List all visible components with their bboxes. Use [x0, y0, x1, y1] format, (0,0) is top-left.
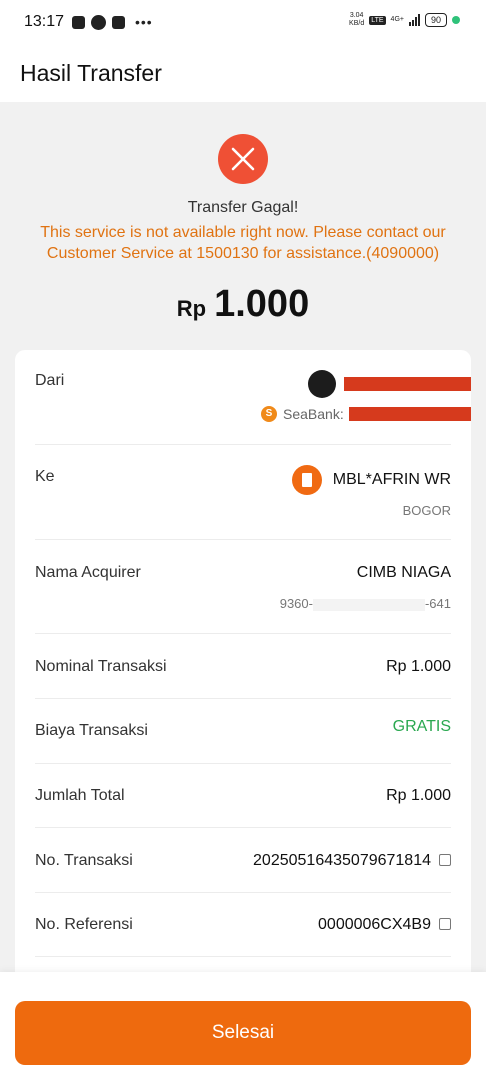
status-time: 13:17 — [24, 13, 65, 30]
network-type: 4G+ — [390, 16, 404, 23]
divider — [35, 892, 451, 893]
masked-id-segment — [312, 598, 425, 611]
copy-icon[interactable] — [439, 854, 451, 866]
transfer-amount: Rp 1.000 — [0, 283, 486, 326]
transaction-number-label: No. Transaksi — [35, 852, 133, 869]
privacy-indicator-icon — [452, 16, 460, 24]
total-value: Rp 1.000 — [386, 787, 451, 804]
redacted-account-number — [349, 407, 471, 421]
sim-icon — [72, 15, 85, 29]
transaction-details-card: Dari S SeaBank: Ke MBL*AFRIN WR BOGOR Na… — [15, 350, 471, 990]
acquirer-id-suffix: -641 — [424, 596, 451, 611]
network-speed-unit: KB/d — [349, 20, 365, 27]
divider — [35, 956, 451, 957]
to-row: Ke MBL*AFRIN WR BOGOR — [35, 468, 451, 528]
divider — [35, 539, 451, 540]
amount-value: 1.000 — [214, 283, 310, 325]
to-label: Ke — [35, 468, 55, 485]
reference-number-label: No. Referensi — [35, 916, 133, 933]
network-speed: 3.04 KB/d — [349, 12, 364, 28]
signal-icon — [408, 14, 420, 26]
recipient-city: BOGOR — [402, 503, 451, 518]
reference-number-row: No. Referensi 0000006CX4B9 — [35, 916, 451, 938]
system-icons: 3.04 KB/d LTE 4G+ 90 — [349, 12, 460, 28]
fee-label: Biaya Transaksi — [35, 722, 148, 739]
amount-currency: Rp — [176, 296, 207, 321]
divider — [35, 698, 451, 699]
divider — [35, 827, 451, 828]
page-title: Hasil Transfer — [20, 60, 162, 86]
nominal-row: Nominal Transaksi Rp 1.000 — [35, 658, 451, 680]
status-bar: 13:17 ••• 3.04 KB/d LTE 4G+ 90 — [0, 0, 486, 44]
network-speed-value: 3.04 — [349, 12, 364, 19]
error-message: This service is not available right now.… — [40, 224, 446, 262]
divider — [35, 444, 451, 445]
nominal-label: Nominal Transaksi — [35, 658, 167, 675]
messenger-icon — [91, 14, 106, 30]
redacted-sender-name — [344, 377, 471, 391]
fee-value: GRATIS — [392, 718, 451, 735]
divider — [35, 763, 451, 764]
battery-icon: 90 — [424, 13, 447, 27]
bottom-action-bar: Selesai — [0, 972, 486, 1080]
acquirer-row: Nama Acquirer CIMB NIAGA 9360- -641 — [35, 564, 451, 624]
acquirer-id-prefix: 9360- — [279, 596, 313, 611]
fee-row: Biaya Transaksi GRATIS — [35, 718, 451, 744]
reference-number-text: 0000006CX4B9 — [318, 916, 431, 933]
notification-icons: ••• — [72, 14, 153, 30]
reference-number-value[interactable]: 0000006CX4B9 — [318, 916, 451, 934]
acquirer-name: CIMB NIAGA — [356, 564, 451, 581]
transaction-number-text: 20250516435079671814 — [253, 852, 431, 869]
total-row: Jumlah Total Rp 1.000 — [35, 787, 451, 809]
copy-icon[interactable] — [439, 918, 451, 930]
done-button[interactable]: Selesai — [15, 1001, 471, 1065]
acquirer-label: Nama Acquirer — [35, 564, 141, 581]
failure-x-icon — [218, 134, 268, 184]
wallet-icon — [112, 15, 125, 29]
lte-icon: LTE — [369, 15, 386, 25]
transaction-number-value[interactable]: 20250516435079671814 — [253, 852, 451, 870]
transaction-number-row: No. Transaksi 20250516435079671814 — [35, 852, 451, 874]
total-label: Jumlah Total — [35, 787, 125, 804]
merchant-building-icon — [292, 465, 322, 495]
sender-avatar — [308, 370, 336, 398]
transfer-status-title: Transfer Gagal! — [187, 199, 299, 216]
app-header: Hasil Transfer — [0, 44, 486, 102]
divider — [35, 633, 451, 634]
from-label: Dari — [35, 372, 65, 389]
more-notifications-icon: ••• — [135, 14, 153, 30]
nominal-value: Rp 1.000 — [386, 658, 451, 675]
recipient-name: MBL*AFRIN WR — [332, 471, 451, 488]
from-bank-label: SeaBank: — [283, 406, 344, 422]
acquirer-id: 9360- -641 — [280, 596, 451, 611]
seabank-logo-icon: S — [261, 406, 277, 422]
